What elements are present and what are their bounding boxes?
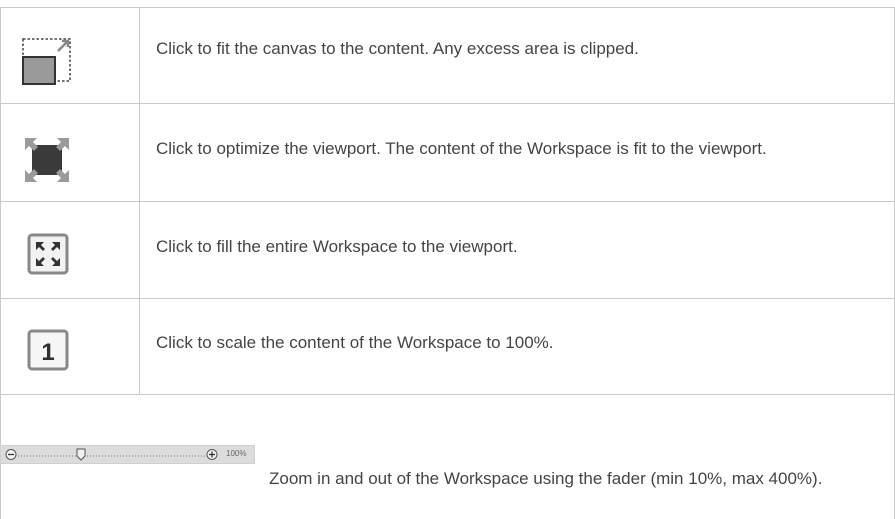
table-row: Click to fill the entire Workspace to th… xyxy=(0,202,895,298)
fit-canvas-icon[interactable] xyxy=(22,36,72,86)
zoom-fader-icon[interactable]: 100% xyxy=(0,445,255,464)
row-description: Click to optimize the viewport. The cont… xyxy=(156,139,767,158)
optimize-viewport-icon[interactable] xyxy=(24,137,70,183)
fill-workspace-icon[interactable] xyxy=(27,233,69,275)
zoom-row: 100% Zoom in and out of the Workspace us… xyxy=(0,445,890,493)
table-row: Click to optimize the viewport. The cont… xyxy=(0,104,895,201)
scale-100-icon-label: 1 xyxy=(41,339,54,366)
row-description: Click to fit the canvas to the content. … xyxy=(156,39,639,58)
feature-table: Click to fit the canvas to the content. … xyxy=(0,0,895,519)
row-description: Click to fill the entire Workspace to th… xyxy=(156,237,518,256)
table-row: 1 Click to scale the content of the Work… xyxy=(0,299,895,394)
table-row: Click to fit the canvas to the content. … xyxy=(0,8,895,103)
row-description: Click to scale the content of the Worksp… xyxy=(156,333,554,352)
row-divider xyxy=(0,394,895,395)
scale-100-icon[interactable]: 1 xyxy=(27,329,69,371)
zoom-description: Zoom in and out of the Workspace using t… xyxy=(269,469,823,488)
zoom-percent-label: 100% xyxy=(226,449,247,458)
